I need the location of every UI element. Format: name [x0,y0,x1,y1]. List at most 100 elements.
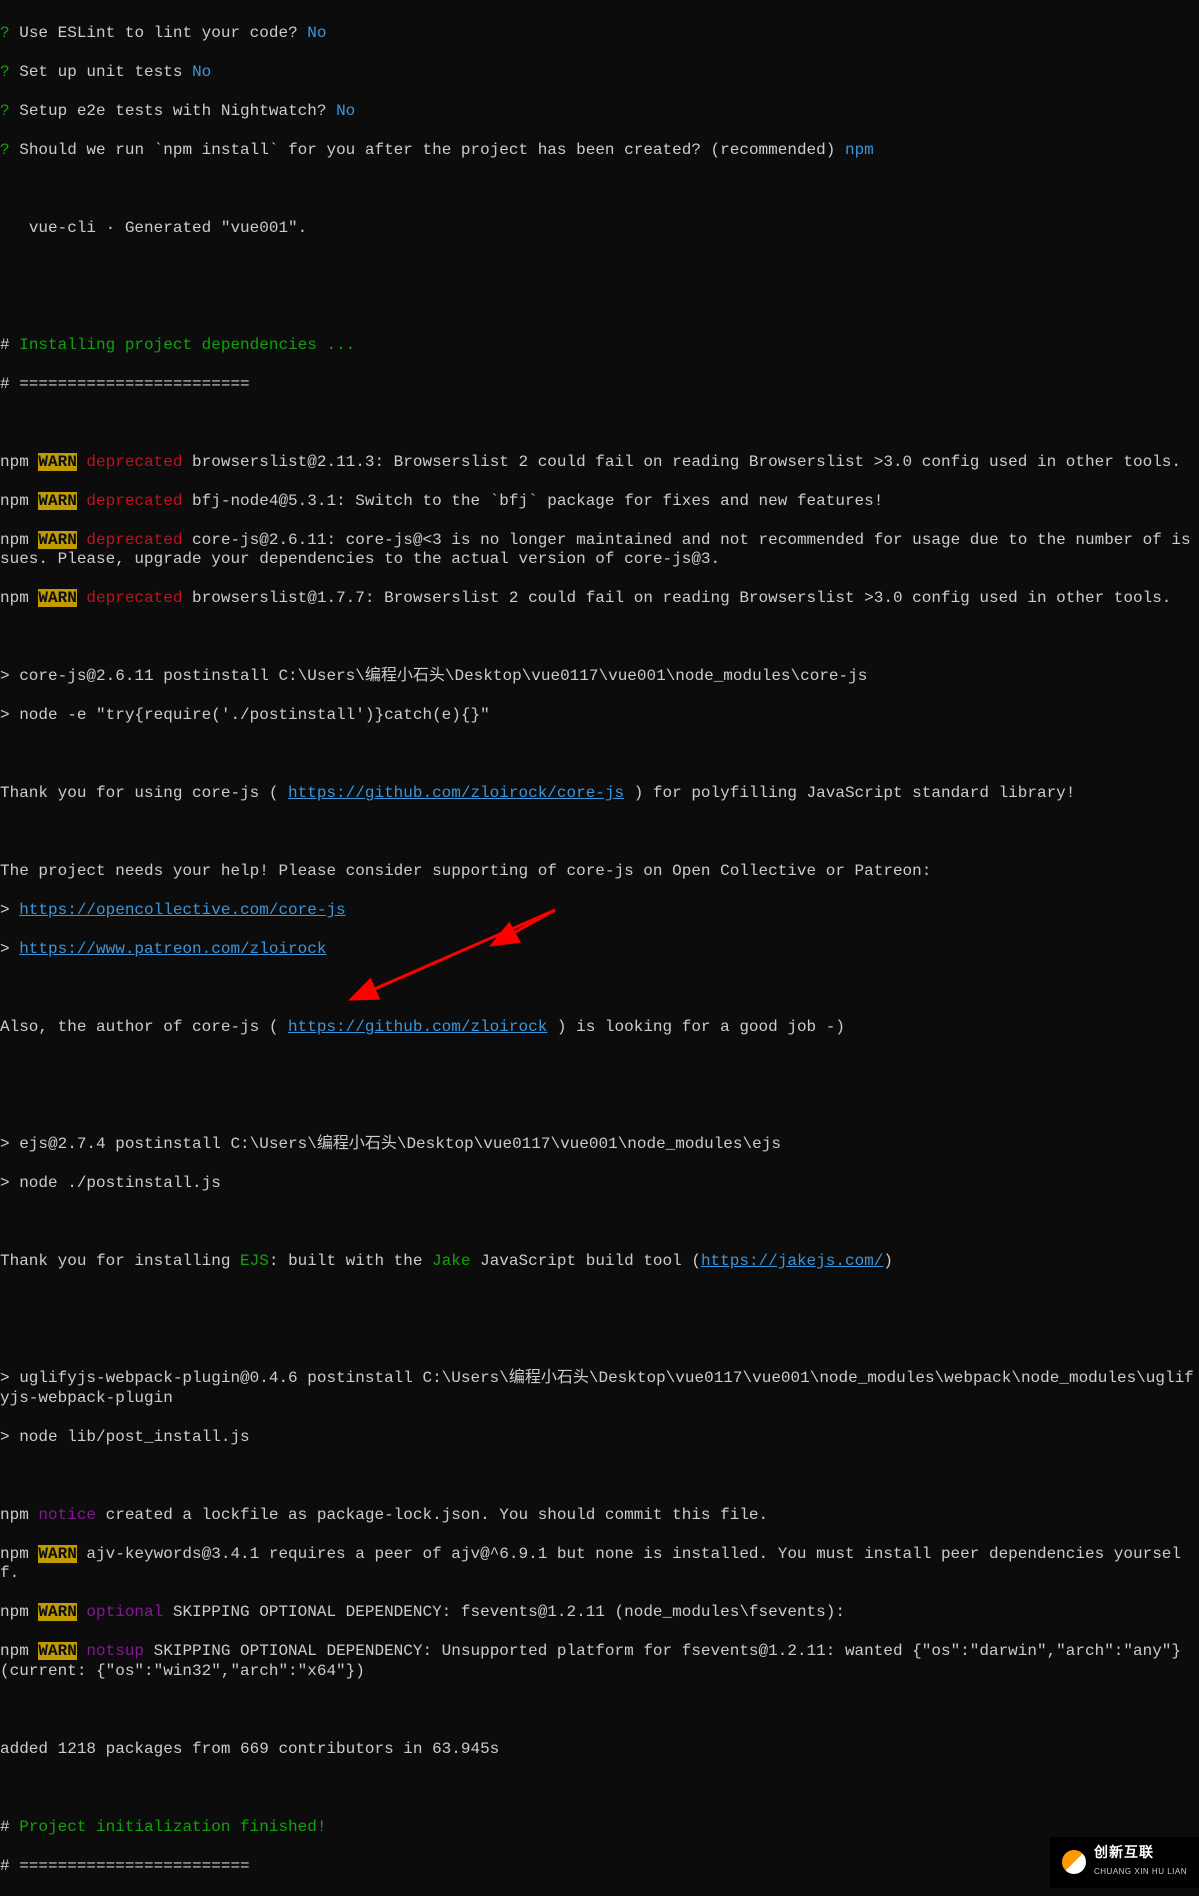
blank-line [0,1330,1199,1350]
support-line: The project needs your help! Please cons… [0,862,1199,882]
blank-line [0,628,1199,648]
npm-prefix: npm [0,492,38,510]
opencollective-link[interactable]: https://opencollective.com/core-js [19,901,345,919]
jakejs-link[interactable]: https://jakejs.com/ [701,1252,883,1270]
postinstall-line: > node lib/post_install.js [0,1428,1199,1448]
corejs-github-link[interactable]: https://github.com/zloirock/core-js [288,784,624,802]
prompt-text: Use ESLint to lint your code? [10,24,308,42]
terminal-output[interactable]: ? Use ESLint to lint your code? No ? Set… [0,0,1199,1896]
npm-warn-line: npm WARN ajv-keywords@3.4.1 requires a p… [0,1545,1199,1584]
blank-line [0,979,1199,999]
notice-message: created a lockfile as package-lock.json.… [96,1506,768,1524]
postinstall-line: > uglifyjs-webpack-plugin@0.4.6 postinst… [0,1369,1199,1408]
watermark-logo-icon [1062,1850,1086,1874]
generated-line: vue-cli · Generated "vue001". [0,219,1199,239]
question-mark-icon: ? [0,141,10,159]
prompt-text: Set up unit tests [10,63,192,81]
warn-badge: WARN [38,492,76,510]
blank-line [0,1213,1199,1233]
watermark-text-cn: 创新互联 [1094,1843,1187,1863]
warn-badge: WARN [38,1545,76,1563]
npm-prefix: npm [0,453,38,471]
blank-line [0,180,1199,200]
support-link-line: > https://www.patreon.com/zloirock [0,940,1199,960]
warn-keyword: optional [77,1603,163,1621]
also-line: Also, the author of core-js ( https://gi… [0,1018,1199,1038]
thanks-line: Thank you for using core-js ( https://gi… [0,784,1199,804]
npm-warn-line: npm WARN deprecated browserslist@2.11.3:… [0,453,1199,473]
postinstall-line: > node ./postinstall.js [0,1174,1199,1194]
blank-line [0,1467,1199,1487]
warn-badge: WARN [38,1603,76,1621]
warn-message: browserslist@1.7.7: Browserslist 2 could… [182,589,1171,607]
zloirock-link[interactable]: https://github.com/zloirock [288,1018,547,1036]
also-post: ) is looking for a good job -) [547,1018,845,1036]
prompt-answer: No [192,63,211,81]
blank-line [0,297,1199,317]
deprecated-keyword: deprecated [77,589,183,607]
prompt-line-2: ? Setup e2e tests with Nightwatch? No [0,102,1199,122]
npm-prefix: npm [0,1506,38,1524]
prompt-line-3: ? Should we run `npm install` for you af… [0,141,1199,161]
npm-prefix: npm [0,1545,38,1563]
prompt-text: Setup e2e tests with Nightwatch? [10,102,336,120]
deprecated-keyword: deprecated [77,453,183,471]
support-link-line: > https://opencollective.com/core-js [0,901,1199,921]
npm-warn-line: npm WARN optional SKIPPING OPTIONAL DEPE… [0,1603,1199,1623]
npm-warn-line: npm WARN deprecated bfj-node4@5.3.1: Swi… [0,492,1199,512]
blank-line [0,745,1199,765]
added-packages-line: added 1218 packages from 669 contributor… [0,1740,1199,1760]
thanks2-pre: Thank you for installing [0,1252,240,1270]
ejs-label: EJS [240,1252,269,1270]
blank-line [0,1779,1199,1799]
warn-badge: WARN [38,589,76,607]
warn-message: ajv-keywords@3.4.1 requires a peer of aj… [0,1545,1181,1583]
npm-warn-line: npm WARN deprecated browserslist@1.7.7: … [0,589,1199,609]
npm-warn-line: npm WARN deprecated core-js@2.6.11: core… [0,531,1199,570]
warn-message: bfj-node4@5.3.1: Switch to the `bfj` pac… [182,492,883,510]
prompt-line-0: ? Use ESLint to lint your code? No [0,24,1199,44]
warn-badge: WARN [38,531,76,549]
postinstall-line: > node -e "try{require('./postinstall')}… [0,706,1199,726]
npm-warn-line: npm WARN notsup SKIPPING OPTIONAL DEPEND… [0,1642,1199,1681]
blank-line [0,258,1199,278]
hash-icon: # [0,336,10,354]
thanks2-mid2: JavaScript build tool ( [471,1252,701,1270]
thanks-ejs-line: Thank you for installing EJS: built with… [0,1252,1199,1272]
blank-line [0,1096,1199,1116]
jake-label: Jake [432,1252,470,1270]
separator-line: # ======================== [0,375,1199,395]
npm-prefix: npm [0,531,38,549]
warn-message: browserslist@2.11.3: Browserslist 2 coul… [182,453,1181,471]
prompt-text: Should we run `npm install` for you afte… [10,141,845,159]
deprecated-keyword: deprecated [77,531,183,549]
thanks-post: ) for polyfilling JavaScript standard li… [624,784,1075,802]
thanks-pre: Thank you for using core-js ( [0,784,288,802]
warn-message: SKIPPING OPTIONAL DEPENDENCY: fsevents@1… [163,1603,845,1621]
prompt-line-1: ? Set up unit tests No [0,63,1199,83]
warn-badge: WARN [38,453,76,471]
separator-line: # ======================== [0,1857,1199,1877]
watermark-badge: 创新互联 CHUANG XIN HU LIAN [1050,1837,1199,1888]
gt-icon: > [0,901,19,919]
npm-prefix: npm [0,1642,38,1660]
finish-text: Project initialization finished! [10,1818,327,1836]
blank-line [0,823,1199,843]
postinstall-line: > ejs@2.7.4 postinstall C:\Users\编程小石头\D… [0,1135,1199,1155]
install-deps-line: # Installing project dependencies ... [0,336,1199,356]
prompt-answer: No [307,24,326,42]
question-mark-icon: ? [0,24,10,42]
finish-line: # Project initialization finished! [0,1818,1199,1838]
blank-line [0,1701,1199,1721]
hash-icon: # [0,1818,10,1836]
patreon-link[interactable]: https://www.patreon.com/zloirock [19,940,326,958]
postinstall-line: > core-js@2.6.11 postinstall C:\Users\编程… [0,667,1199,687]
npm-prefix: npm [0,589,38,607]
install-deps-text: Installing project dependencies ... [10,336,356,354]
blank-line [0,1057,1199,1077]
deprecated-keyword: deprecated [77,492,183,510]
thanks2-post: ) [883,1252,893,1270]
blank-line [0,1291,1199,1311]
warn-keyword: notsup [77,1642,144,1660]
blank-line [0,414,1199,434]
